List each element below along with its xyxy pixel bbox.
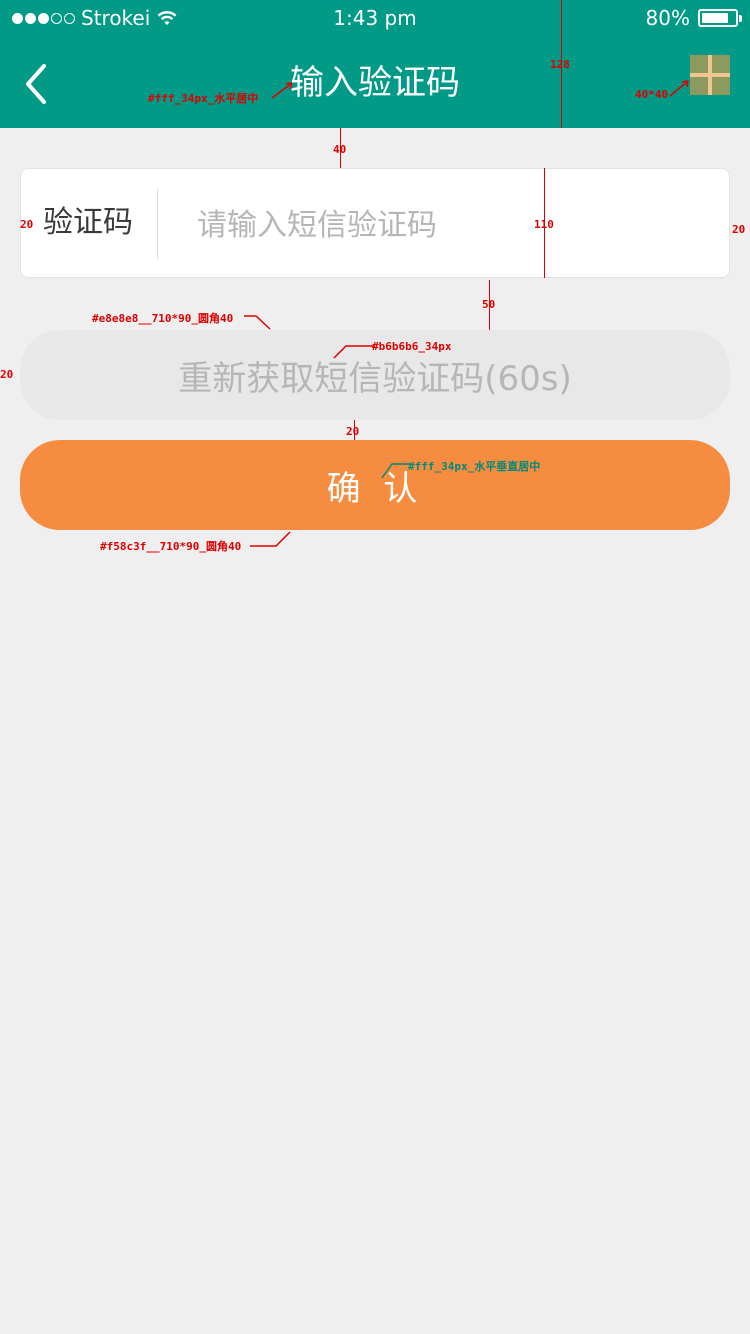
ann-arrow: [244, 315, 271, 330]
battery-fill: [702, 13, 728, 23]
ann-arrow: [669, 80, 689, 97]
ann-arrow: [250, 531, 291, 547]
ann-resend-text-spec: #b6b6b6_34px: [372, 340, 452, 353]
battery-percent: 80%: [645, 6, 690, 30]
ann-header-height: 128: [550, 58, 570, 71]
ann-confirm-text-spec: #fff_34px_水平垂直居中: [408, 460, 541, 473]
ann-arrow: [333, 345, 374, 359]
ann-title-spec: #fff_34px_水平居中: [148, 92, 259, 105]
battery-icon: [698, 9, 742, 27]
ann-gap-50: 50: [482, 298, 496, 311]
status-time: 1:43 pm: [333, 6, 417, 30]
ann-right-pad: 20: [732, 223, 746, 236]
ann-gap-40: 40: [333, 143, 347, 156]
divider: [157, 189, 158, 259]
ann-resend-left: 20: [0, 368, 14, 381]
ann-row-height: 110: [534, 218, 554, 231]
ann-left-pad: 20: [20, 218, 34, 231]
header-bar: Strokei 1:43 pm 80% 输入验证码: [0, 0, 750, 128]
ann-icon-size: 40*40: [635, 88, 669, 101]
ann-arrow: [271, 82, 293, 99]
code-input-row: 验证码: [20, 168, 730, 278]
confirm-button[interactable]: 确 认: [20, 440, 730, 530]
code-input[interactable]: [197, 201, 697, 249]
ann-confirm-spec: #f58c3f__710*90_圆角40: [100, 540, 242, 553]
code-label: 验证码: [43, 205, 133, 240]
ann-resend-spec: #e8e8e8__710*90_圆角40: [92, 312, 234, 325]
ann-arrow: [381, 463, 410, 479]
status-battery: 80%: [645, 6, 742, 30]
ann-gap-20: 20: [346, 425, 360, 438]
menu-grid-icon[interactable]: [690, 55, 730, 95]
